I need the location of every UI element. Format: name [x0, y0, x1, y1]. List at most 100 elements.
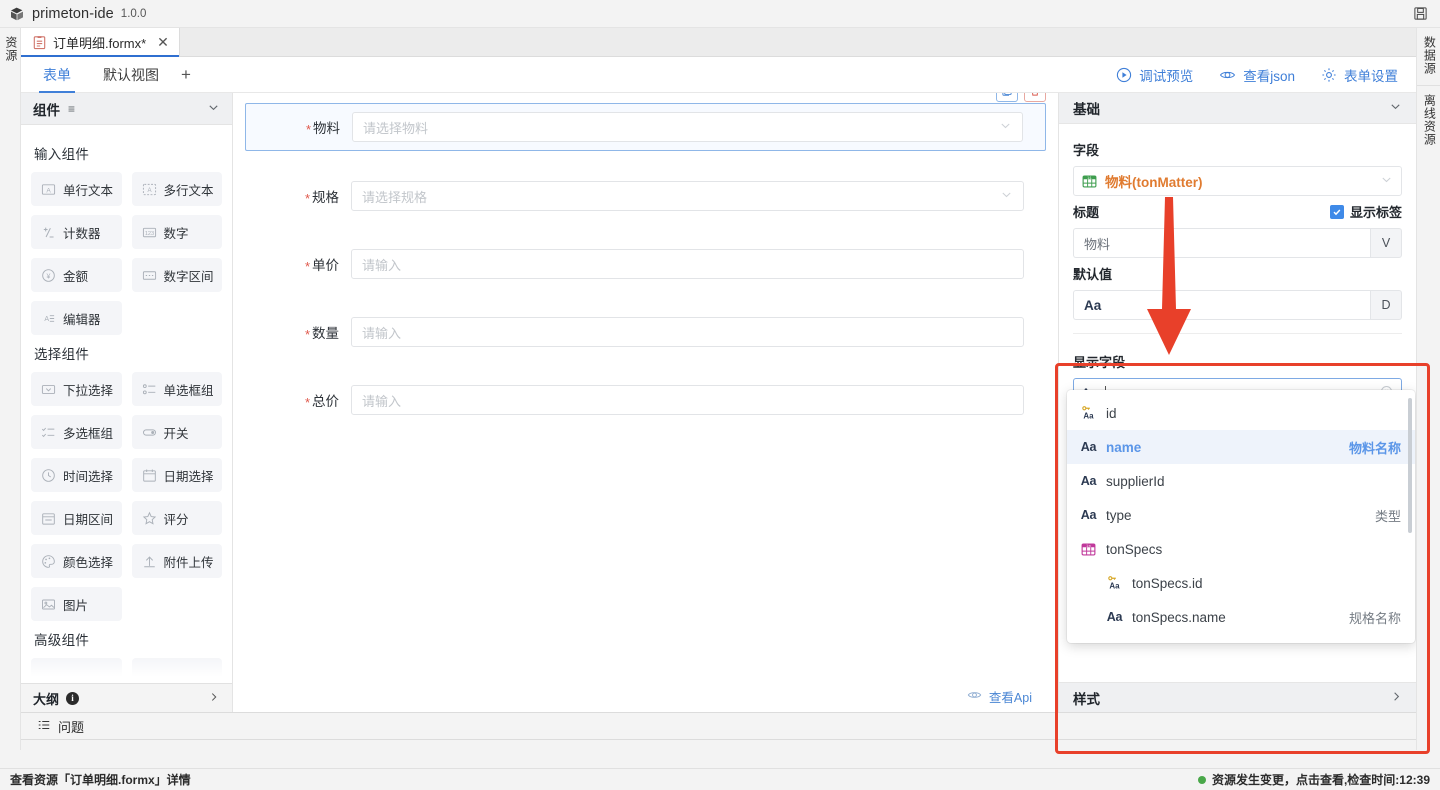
view-tab-bar: 表单 默认视图 + 调试预览 查看json — [21, 57, 1416, 93]
title-input-group[interactable]: 物料 V — [1073, 228, 1402, 258]
properties-section-basic-header[interactable]: 基础 — [1059, 93, 1416, 124]
chevron-down-icon[interactable] — [1389, 100, 1402, 116]
component-panel-header[interactable]: 组件 ≡ — [21, 93, 232, 125]
clock-icon — [41, 468, 56, 483]
component-label: 附件上传 — [164, 552, 214, 571]
dropdown-scrollbar[interactable] — [1408, 398, 1412, 533]
rail-item-datasource[interactable]: 数据源 — [1417, 28, 1440, 85]
copy-icon[interactable] — [996, 93, 1018, 102]
default-value-input-group[interactable]: Aa D — [1073, 290, 1402, 320]
view-json-button[interactable]: 查看json — [1219, 65, 1295, 85]
form-field-input[interactable]: 请输入 — [351, 385, 1024, 415]
title-input[interactable]: 物料 — [1073, 228, 1370, 258]
component-currency[interactable]: ¥ 金额 — [31, 258, 122, 292]
component-color-picker[interactable]: 颜色选择 — [31, 544, 122, 578]
show-label-checkbox[interactable]: 显示标签 — [1330, 202, 1402, 221]
component-counter[interactable]: 计数器 — [31, 215, 122, 249]
rail-item-resources[interactable]: 资源 — [3, 36, 17, 62]
component-label: 多选框组 — [63, 423, 113, 442]
editor-tab-order-detail[interactable]: 订单明细.formx* ✕ — [21, 28, 180, 56]
tab-default-view-label: 默认视图 — [103, 65, 159, 85]
form-field-input[interactable]: 请输入 — [351, 249, 1024, 279]
dropdown-option-name-text: tonSpecs.name — [1132, 610, 1226, 625]
form-canvas: *物料 请选择物料 *规格 请选择规格 — [233, 93, 1058, 712]
component-panel-title: 组件 — [33, 99, 60, 119]
app-title: primeton-ide — [32, 6, 114, 22]
problems-bar[interactable]: 问题 — [21, 712, 1416, 740]
form-row-quantity[interactable]: *数量 请输入 — [245, 309, 1046, 355]
title-variable-button[interactable]: V — [1370, 228, 1402, 258]
trash-icon[interactable] — [1024, 93, 1046, 102]
component-image[interactable]: 图片 — [31, 587, 122, 621]
form-field-input[interactable]: 请输入 — [351, 317, 1024, 347]
component-label: 金额 — [63, 266, 88, 285]
form-field-select[interactable]: 请选择规格 — [351, 181, 1024, 211]
form-row-total-price[interactable]: *总价 请输入 — [245, 377, 1046, 423]
outline-panel-header[interactable]: 大纲 i — [21, 683, 232, 712]
component-rating[interactable]: 评分 — [132, 501, 223, 535]
dropdown-option-tonspecs-id[interactable]: Aa tonSpecs.id — [1067, 566, 1415, 600]
tab-default-view[interactable]: 默认视图 — [99, 57, 163, 93]
dropdown-option-type[interactable]: Aa type 类型 — [1067, 498, 1415, 532]
component-single-line-text[interactable]: A 单行文本 — [31, 172, 122, 206]
component-radio-group[interactable]: 单选框组 — [132, 372, 223, 406]
info-icon[interactable]: i — [66, 692, 79, 705]
dropdown-option-desc: 规格名称 — [1349, 608, 1401, 627]
component-number-range[interactable]: 数字区间 — [132, 258, 223, 292]
form-row-unit-price[interactable]: *单价 请输入 — [245, 241, 1046, 287]
default-value-dynamic-button[interactable]: D — [1370, 290, 1402, 320]
component-switch[interactable]: 开关 — [132, 415, 223, 449]
checkbox-checked-icon — [1330, 205, 1344, 219]
component-number[interactable]: 123 数字 — [132, 215, 223, 249]
field-selector[interactable]: 1:1 物料(tonMatter) — [1073, 166, 1402, 196]
form-row-label-text: 物料 — [313, 121, 340, 136]
dropdown-option-name[interactable]: Aa name 物料名称 — [1067, 430, 1415, 464]
add-view-button[interactable]: + — [177, 57, 195, 93]
component-dropdown-select[interactable]: 下拉选择 — [31, 372, 122, 406]
status-left-text[interactable]: 查看资源「订单明细.formx」详情 — [10, 771, 191, 788]
status-right-group[interactable]: 资源发生变更，点击查看,检查时间:12:39 — [1198, 771, 1430, 788]
form-field-select[interactable]: 请选择物料 — [352, 112, 1023, 142]
rail-item-offline-resource[interactable]: 离线资源 — [1417, 85, 1440, 156]
form-settings-button[interactable]: 表单设置 — [1321, 65, 1398, 85]
component-checkbox-group[interactable]: 多选框组 — [31, 415, 122, 449]
rail-item-offline-resource-label: 离线资源 — [1422, 94, 1436, 146]
chevron-down-icon[interactable] — [207, 101, 220, 117]
display-field-block: 显示字段 Aa name Aa — [1059, 334, 1416, 408]
close-icon[interactable]: ✕ — [157, 35, 169, 49]
component-date-picker[interactable]: 日期选择 — [132, 458, 223, 492]
title-label: 标题 — [1073, 202, 1099, 221]
floppy-save-icon[interactable] — [1408, 3, 1432, 25]
properties-section-style-header[interactable]: 样式 — [1059, 682, 1416, 712]
component-rich-editor[interactable]: A 编辑器 — [31, 301, 122, 335]
component-label: 开关 — [164, 423, 189, 442]
form-row-spec[interactable]: *规格 请选择规格 — [245, 173, 1046, 219]
list-menu-icon[interactable]: ≡ — [68, 102, 75, 116]
component-file-upload[interactable]: 附件上传 — [132, 544, 223, 578]
dropdown-option-supplierid[interactable]: Aa supplierId — [1067, 464, 1415, 498]
dropdown-option-tonspecs-price[interactable]: 123 tonSpecs.price 价格 — [1067, 634, 1415, 643]
eye-icon — [1219, 67, 1236, 83]
form-row-label: *数量 — [245, 322, 351, 342]
rich-editor-icon: A — [41, 311, 56, 326]
rail-item-datasource-label: 数据源 — [1422, 36, 1436, 75]
default-value-input[interactable]: Aa — [1073, 290, 1370, 320]
form-row-material[interactable]: *物料 请选择物料 — [245, 103, 1046, 151]
debug-preview-button[interactable]: 调试预览 — [1116, 65, 1193, 85]
component-multi-line-text[interactable]: A 多行文本 — [132, 172, 223, 206]
component-time-picker[interactable]: 时间选择 — [31, 458, 122, 492]
title-row-header: 标题 显示标签 — [1073, 202, 1402, 221]
dropdown-option-id[interactable]: Aa id — [1067, 396, 1415, 430]
chevron-right-icon[interactable] — [208, 691, 220, 706]
tab-form[interactable]: 表单 — [39, 57, 75, 93]
component-date-range[interactable]: 日期区间 — [31, 501, 122, 535]
view-api-link[interactable]: 查看Api — [967, 687, 1032, 706]
component-label: 单行文本 — [63, 180, 113, 199]
component-label: 时间选择 — [63, 466, 113, 485]
upload-icon — [142, 554, 157, 569]
required-star: * — [306, 122, 311, 137]
chevron-right-icon[interactable] — [1390, 690, 1403, 706]
editor-tab-label: 订单明细.formx* — [53, 33, 146, 52]
dropdown-option-tonspecs-name[interactable]: Aa tonSpecs.name 规格名称 — [1067, 600, 1415, 634]
dropdown-option-tonspecs[interactable]: 1:n tonSpecs — [1067, 532, 1415, 566]
